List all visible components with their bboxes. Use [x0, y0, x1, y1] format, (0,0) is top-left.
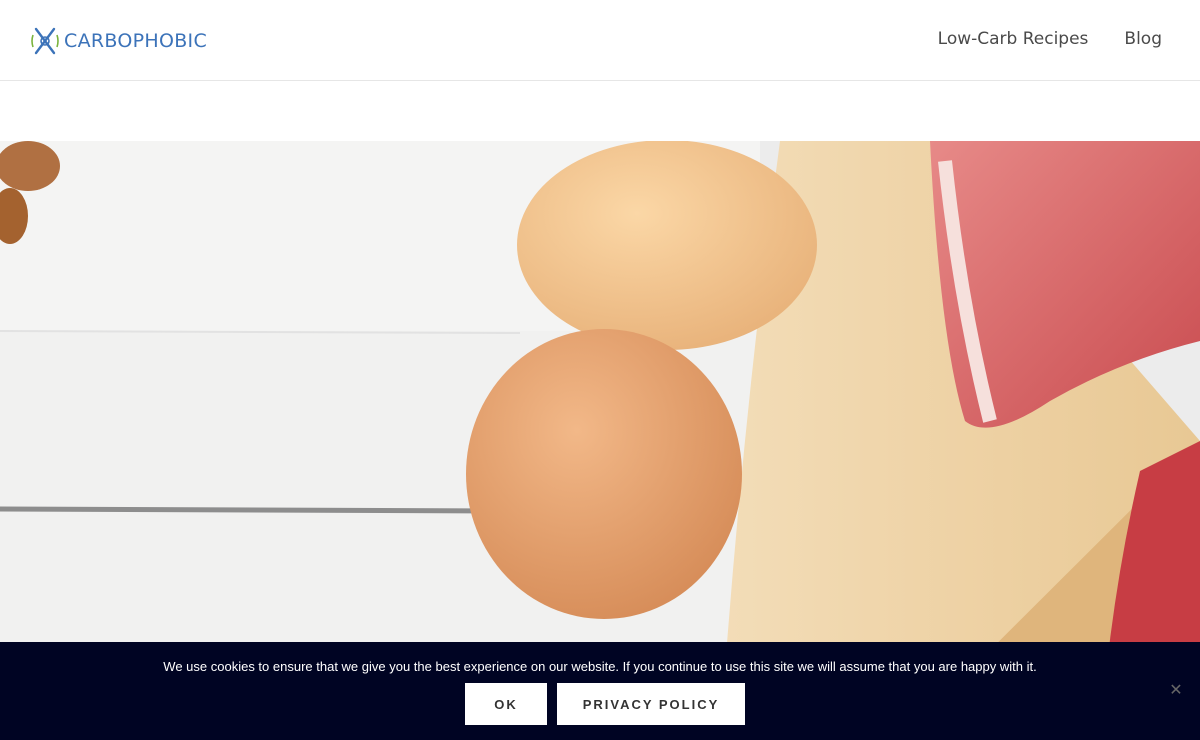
cookie-message: We use cookies to ensure that we give yo…: [163, 659, 1037, 674]
close-icon[interactable]: ✕: [1167, 682, 1185, 700]
logo-text: CARBOPHOBIC: [64, 30, 208, 52]
nav-blog[interactable]: Blog: [1124, 29, 1162, 49]
nav-low-carb-recipes[interactable]: Low-Carb Recipes: [938, 29, 1089, 49]
main-nav: Low-Carb Recipes Blog: [938, 29, 1162, 49]
cookie-banner: We use cookies to ensure that we give yo…: [0, 642, 1200, 740]
cookie-ok-button[interactable]: OK: [465, 683, 547, 725]
site-header: CARBOPHOBIC Low-Carb Recipes Blog: [0, 0, 1200, 81]
site-logo[interactable]: CARBOPHOBIC: [30, 24, 207, 58]
privacy-policy-button[interactable]: PRIVACY POLICY: [557, 683, 745, 725]
logo-icon: [31, 27, 59, 55]
